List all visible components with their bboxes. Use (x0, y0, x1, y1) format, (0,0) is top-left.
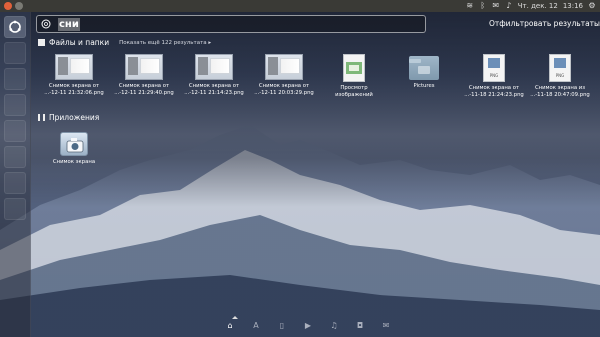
file-result-8-name: Снимок экрана из (534, 85, 586, 91)
files-category-header: Файлы и папки Показать ещё 122 результат… (38, 38, 211, 47)
launcher (0, 12, 31, 337)
minimize-window-button[interactable] (15, 2, 23, 10)
file-result-4[interactable]: Снимок экрана от ...-12-11 20:03:29.png (250, 54, 318, 97)
show-more-results-link[interactable]: Показать ещё 122 результата ▸ (119, 40, 211, 46)
volume-icon[interactable]: ♪ (505, 2, 513, 10)
file-result-7-name: Снимок экрана от (468, 85, 520, 91)
folder-icon (409, 56, 439, 80)
network-icon[interactable]: ≋ (466, 2, 474, 10)
settings-gear-icon[interactable]: ⚙ (588, 2, 596, 10)
app-result-1[interactable]: Снимок экрана (42, 132, 106, 165)
search-bar[interactable]: сни (36, 15, 426, 33)
launcher-app-3[interactable] (4, 94, 26, 116)
top-panel: ≋ ᛒ ✉ ♪ Чт. дек. 12 13:16 ⚙ (0, 0, 600, 12)
photos-lens-icon[interactable]: ◘ (356, 321, 364, 330)
launcher-app-6[interactable] (4, 172, 26, 194)
apps-category-icon (38, 114, 45, 121)
png-file-icon: PNG (549, 54, 571, 82)
file-result-8[interactable]: PNG Снимок экрана из ...-11-18 20:47:09.… (526, 54, 594, 99)
launcher-app-7[interactable] (4, 198, 26, 220)
lens-bar: ⌂ A ▯ ▶ ♫ ◘ ✉ (226, 321, 390, 330)
app-result-1-name: Снимок экрана (52, 159, 96, 165)
filter-results-button[interactable]: Отфильтровать результаты (489, 19, 600, 28)
file-result-1-name: Снимок экрана от (48, 83, 100, 89)
file-result-2-name: Снимок экрана от (118, 83, 170, 89)
file-result-3-detail: ...-12-11 21:14:23.png (184, 90, 244, 96)
launcher-app-2[interactable] (4, 68, 26, 90)
close-window-button[interactable] (4, 2, 12, 10)
file-result-1-detail: ...-12-11 21:32:06.png (44, 90, 104, 96)
file-result-4-detail: ...-12-11 20:03:29.png (254, 90, 314, 96)
files-results-grid: Снимок экрана от ...-12-11 21:32:06.png … (38, 54, 594, 114)
png-file-icon: PNG (483, 54, 505, 82)
apps-category-header: Приложения (38, 113, 99, 122)
bluetooth-icon[interactable]: ᛒ (479, 2, 487, 10)
file-result-4-name: Снимок экрана от (258, 83, 310, 89)
date-label[interactable]: Чт. дек. 12 (518, 2, 558, 10)
file-result-2[interactable]: Снимок экрана от ...-12-11 21:29:40.png (110, 54, 178, 97)
file-result-3[interactable]: Снимок экрана от ...-12-11 21:14:23.png (180, 54, 248, 97)
social-lens-icon[interactable]: ✉ (382, 321, 390, 330)
svg-text:PNG: PNG (490, 73, 499, 78)
dash-home-button[interactable] (4, 16, 26, 38)
home-lens-icon[interactable]: ⌂ (226, 321, 234, 330)
applications-lens-icon[interactable]: A (252, 321, 260, 330)
search-icon (41, 19, 51, 29)
ubuntu-logo-icon (9, 20, 21, 33)
screenshot-icon (125, 54, 163, 80)
screenshot-app-icon (60, 132, 88, 156)
file-result-7-detail: ...-11-18 21:24:23.png (464, 92, 524, 98)
filter-results-label: Отфильтровать результаты (489, 19, 600, 28)
launcher-app-4[interactable] (4, 120, 26, 142)
files-lens-icon[interactable]: ▯ (278, 321, 286, 330)
image-viewer-icon (343, 54, 365, 82)
system-tray: ≋ ᛒ ✉ ♪ Чт. дек. 12 13:16 ⚙ (466, 0, 596, 12)
file-result-1[interactable]: Снимок экрана от ...-12-11 21:32:06.png (40, 54, 108, 97)
file-result-5-name: Просмотр (340, 85, 368, 91)
mail-icon[interactable]: ✉ (492, 2, 500, 10)
file-result-6[interactable]: Pictures (390, 54, 458, 90)
video-lens-icon[interactable]: ▶ (304, 321, 312, 330)
launcher-app-5[interactable] (4, 146, 26, 168)
screenshot-icon (265, 54, 303, 80)
file-result-3-name: Снимок экрана от (188, 83, 240, 89)
launcher-app-1[interactable] (4, 42, 26, 64)
file-result-2-detail: ...-12-11 21:29:40.png (114, 90, 174, 96)
apps-category-title: Приложения (49, 113, 100, 122)
clock-label[interactable]: 13:16 (563, 2, 583, 10)
music-lens-icon[interactable]: ♫ (330, 321, 338, 330)
active-lens-marker (232, 316, 238, 319)
screenshot-icon (55, 54, 93, 80)
file-result-7[interactable]: PNG Снимок экрана от ...-11-18 21:24:23.… (460, 54, 528, 99)
file-result-5-detail: изображений (335, 92, 373, 98)
files-category-title: Файлы и папки (49, 38, 110, 47)
file-result-8-detail: ...-11-18 20:47:09.png (530, 92, 590, 98)
search-input[interactable]: сни (58, 18, 80, 31)
files-category-icon (38, 39, 45, 46)
svg-text:PNG: PNG (556, 73, 565, 78)
file-result-6-name: Pictures (413, 83, 435, 89)
file-result-5[interactable]: Просмотр изображений (320, 54, 388, 99)
screenshot-icon (195, 54, 233, 80)
